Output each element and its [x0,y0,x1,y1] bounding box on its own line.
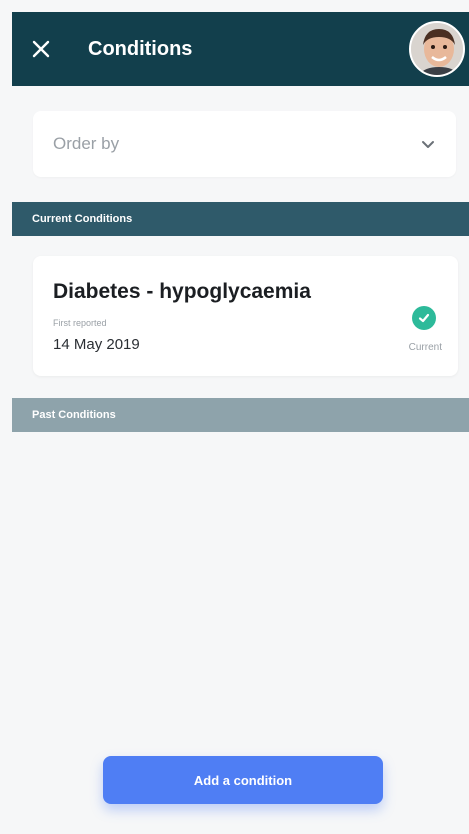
order-by-select[interactable]: Order by [33,111,456,177]
past-conditions-header: Past Conditions [12,398,469,432]
close-button[interactable] [12,12,70,86]
check-circle-icon [412,306,436,330]
first-reported-label: First reported [53,318,107,328]
current-conditions-header: Current Conditions [12,202,469,236]
conditions-screen: Conditions Order by Current Conditions D… [0,0,469,834]
chevron-down-icon [420,139,436,149]
app-header: Conditions [12,12,469,86]
close-icon [32,40,50,58]
condition-date: 14 May 2019 [53,336,140,353]
condition-name: Diabetes - hypoglycaemia [53,280,311,303]
order-by-placeholder: Order by [53,134,120,153]
add-condition-button[interactable]: Add a condition [103,756,383,804]
user-avatar-icon [411,23,463,75]
page-title: Conditions [88,37,193,60]
avatar[interactable] [409,21,465,77]
status-label: Current [408,342,442,353]
condition-card[interactable]: Diabetes - hypoglycaemia First reported … [33,256,458,376]
